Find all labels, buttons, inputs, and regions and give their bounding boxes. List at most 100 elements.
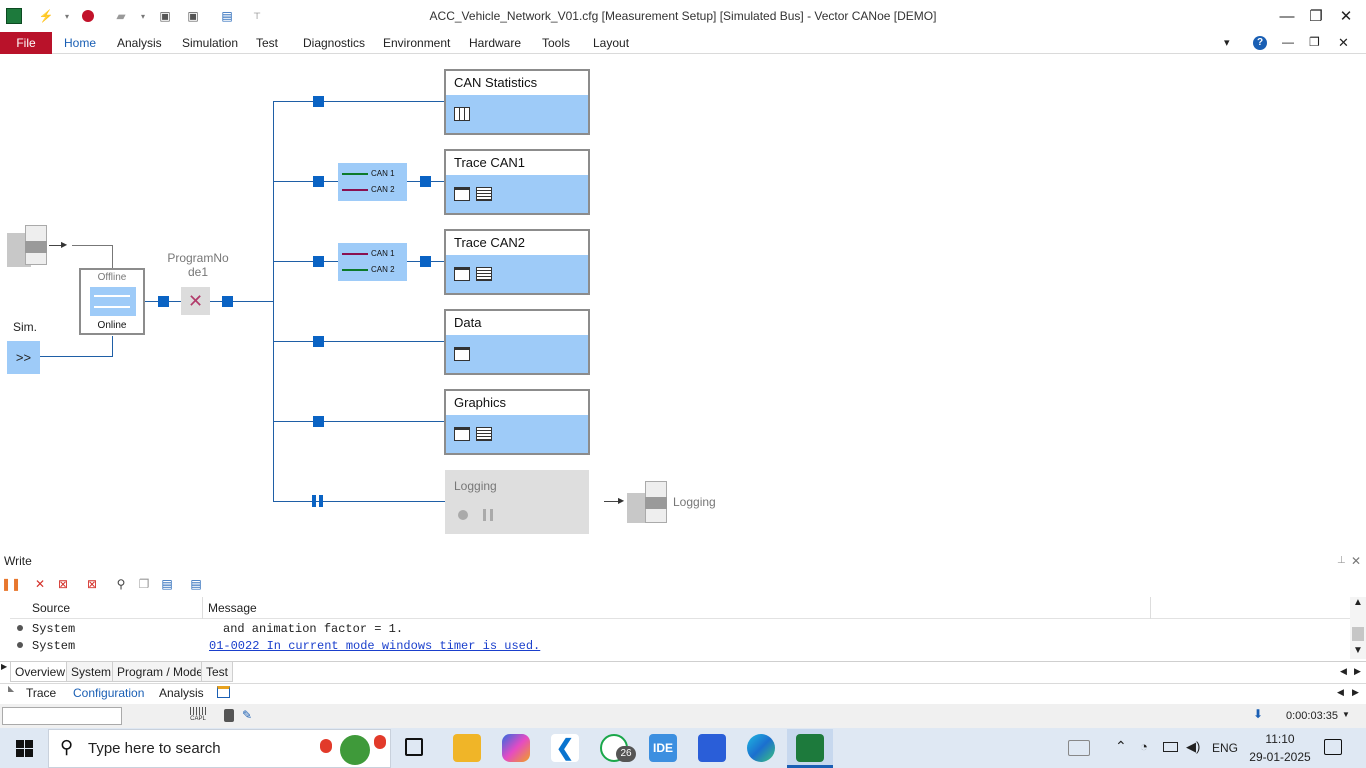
trace-can1-block[interactable]: Trace CAN1	[444, 149, 590, 215]
new-desktop-icon[interactable]	[217, 686, 230, 698]
save-as-icon[interactable]: ▣	[185, 8, 201, 24]
tab-prev-icon[interactable]: ◀	[1340, 666, 1347, 677]
can-statistics-block[interactable]: CAN Statistics	[444, 69, 590, 135]
stop-measurement-icon[interactable]	[80, 8, 96, 24]
statistics-icon[interactable]	[454, 107, 470, 121]
program-node-block[interactable]: ✕	[181, 287, 210, 315]
insertion-point[interactable]	[420, 176, 431, 187]
data-block[interactable]: Data	[444, 309, 590, 375]
notification-icon[interactable]	[1324, 739, 1342, 755]
copy-icon[interactable]: ❐	[136, 576, 152, 592]
scroll-down-icon[interactable]: ▼	[1353, 645, 1363, 656]
store-icon[interactable]	[698, 734, 726, 762]
pause-icon[interactable]	[483, 509, 493, 521]
maximize-button[interactable]: ❐	[1302, 4, 1330, 28]
vscode-icon[interactable]: ❮	[551, 734, 579, 762]
file-explorer-icon[interactable]	[453, 734, 481, 762]
doc-close-button[interactable]: ✕	[1338, 35, 1349, 51]
folder-open-icon[interactable]: ▰	[113, 8, 129, 24]
tab-analysis[interactable]: Analysis	[117, 32, 162, 54]
column-message[interactable]: Message	[208, 601, 257, 615]
insertion-point[interactable]	[158, 296, 169, 307]
volume-icon[interactable]: ◀)	[1186, 739, 1200, 755]
desktop-tabs-scroll-icon[interactable]: ◣	[8, 684, 14, 693]
tab-home[interactable]: Home	[64, 32, 96, 54]
customize-toolbar-icon[interactable]: ⊤	[249, 8, 265, 24]
pin-icon[interactable]: ⊥	[1337, 555, 1346, 566]
lightning-icon[interactable]: ⚡	[38, 8, 54, 24]
status-input[interactable]	[2, 707, 122, 725]
list-icon[interactable]	[476, 187, 492, 201]
edge-icon[interactable]	[747, 734, 775, 762]
list-icon[interactable]	[476, 427, 492, 441]
insertion-point[interactable]	[222, 296, 233, 307]
window-config-icon[interactable]: ▤	[188, 576, 204, 592]
tab-next-icon[interactable]: ▶	[1354, 666, 1361, 677]
dropdown-icon[interactable]: ▾	[59, 8, 75, 24]
database-icon[interactable]	[224, 709, 234, 722]
desktop-widget-icon[interactable]	[1068, 740, 1090, 756]
desktop-tab-configuration[interactable]: Configuration	[73, 684, 144, 702]
record-icon[interactable]	[458, 510, 468, 520]
insertion-point[interactable]	[313, 96, 324, 107]
scroll-thumb[interactable]	[1352, 627, 1364, 641]
search-placeholder[interactable]: Type here to search	[88, 740, 221, 757]
task-view-icon[interactable]	[405, 738, 423, 756]
insertion-point[interactable]	[313, 336, 324, 347]
clear-all-icon[interactable]: ⊠	[84, 576, 100, 592]
insertion-point[interactable]	[313, 416, 324, 427]
desktop-tab-analysis[interactable]: Analysis	[159, 684, 204, 702]
trace-can2-block[interactable]: Trace CAN2	[444, 229, 590, 295]
canoe-app-icon[interactable]	[796, 734, 824, 762]
insertion-point[interactable]	[420, 256, 431, 267]
ribbon-collapse-icon[interactable]: ▾	[1224, 36, 1230, 49]
list-icon[interactable]	[476, 267, 492, 281]
pause-output-icon[interactable]: ❚❚	[1, 576, 21, 592]
offline-online-switch[interactable]: Offline Online	[79, 268, 145, 335]
desktop-next-icon[interactable]: ▶	[1352, 687, 1359, 698]
tab-test[interactable]: Test	[256, 32, 278, 54]
doc-restore-button[interactable]: ❐	[1309, 35, 1320, 49]
tab-hardware[interactable]: Hardware	[469, 32, 521, 54]
tab-environment[interactable]: Environment	[383, 32, 450, 54]
minimize-button[interactable]: —	[1273, 4, 1301, 28]
insertion-point[interactable]	[313, 176, 324, 187]
windows-start-icon[interactable]	[16, 740, 33, 757]
graphics-block[interactable]: Graphics	[444, 389, 590, 455]
simulation-button[interactable]: >>	[7, 341, 40, 374]
copilot-icon[interactable]	[502, 734, 530, 762]
write-tab-program-model[interactable]: Program / Model	[112, 662, 211, 682]
tab-strip-scroll-icon[interactable]: ▶	[1, 662, 7, 671]
scroll-up-icon[interactable]: ▲	[1353, 597, 1363, 608]
tab-simulation[interactable]: Simulation	[182, 32, 238, 54]
export-icon[interactable]: ▤	[159, 576, 175, 592]
help-icon[interactable]: ?	[1253, 36, 1267, 50]
app-logo-icon[interactable]	[6, 8, 22, 24]
show-hidden-icons[interactable]: ⌃	[1115, 738, 1127, 755]
message-link[interactable]: 01-0022 In current mode windows timer is…	[209, 639, 540, 653]
desktop-prev-icon[interactable]: ◀	[1337, 687, 1344, 698]
channel-filter-can[interactable]: CAN 1 CAN 2	[338, 163, 407, 201]
pause-insertion-icon[interactable]	[312, 495, 326, 507]
clear-page-icon[interactable]: ⊠	[55, 576, 71, 592]
write-tab-test[interactable]: Test	[201, 662, 234, 682]
desktop-tab-trace[interactable]: Trace	[26, 684, 56, 702]
find-icon[interactable]: ⚲	[113, 576, 129, 592]
tab-layout[interactable]: Layout	[593, 32, 629, 54]
tab-tools[interactable]: Tools	[542, 32, 570, 54]
insertion-point[interactable]	[313, 256, 324, 267]
trace-window-icon[interactable]	[454, 187, 470, 201]
logging-file-icon[interactable]	[627, 481, 667, 523]
write-tab-system[interactable]: System	[66, 662, 117, 682]
network-icon[interactable]: ◔	[1140, 739, 1148, 754]
save-icon[interactable]: ▣	[157, 8, 173, 24]
configuration-icon[interactable]: ▤	[219, 8, 235, 24]
logging-block[interactable]: Logging	[445, 470, 589, 534]
time-dropdown-icon[interactable]: ▼	[1342, 710, 1350, 719]
write-tab-overview[interactable]: Overview	[10, 662, 71, 682]
file-tab[interactable]: File	[0, 32, 52, 54]
capl-icon[interactable]: CAPL	[190, 707, 206, 725]
edit-icon[interactable]: ✎	[242, 708, 252, 722]
replay-file-icon[interactable]	[7, 225, 49, 267]
column-source[interactable]: Source	[32, 601, 70, 615]
